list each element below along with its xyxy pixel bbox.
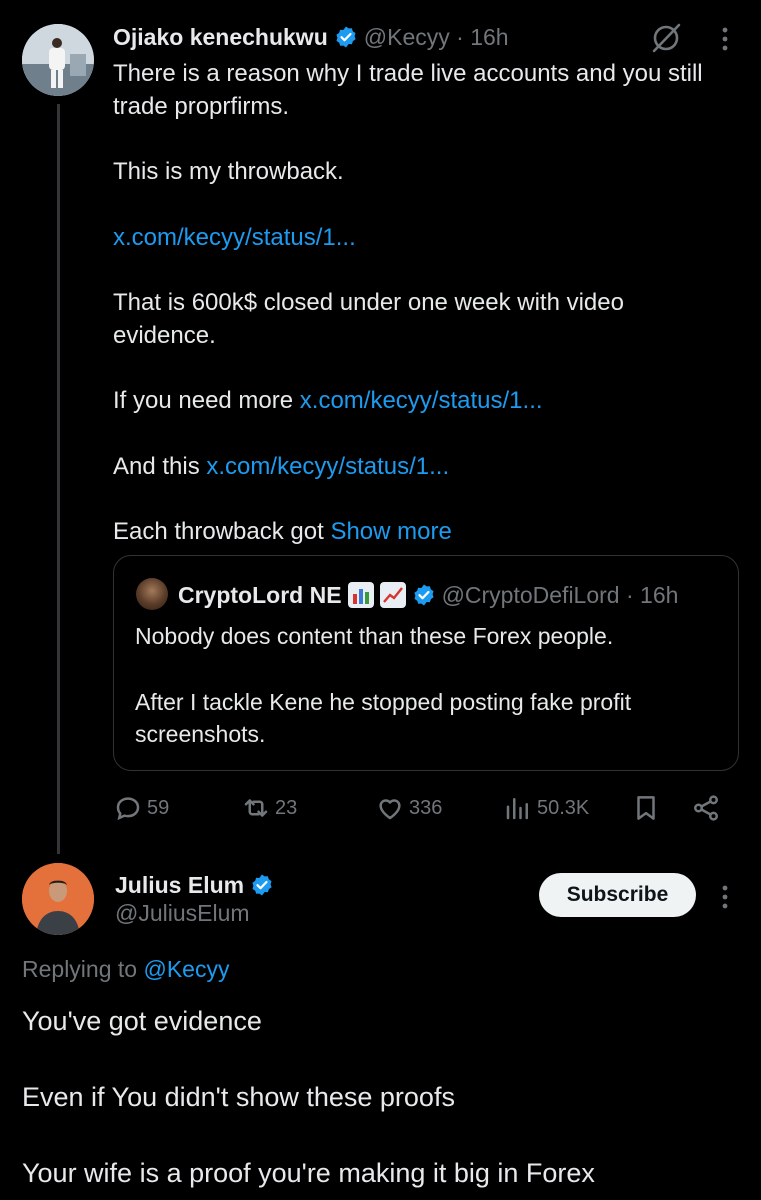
bookmark-button[interactable]	[631, 788, 665, 828]
like-button[interactable]: 336	[375, 788, 442, 828]
grok-icon[interactable]	[648, 20, 684, 56]
reply-paragraph: You've got evidence	[22, 1006, 262, 1036]
repost-button[interactable]: 23	[241, 788, 297, 828]
reply-author-name[interactable]: Julius Elum	[115, 872, 244, 899]
author-handle[interactable]: @Kecyy	[364, 24, 450, 51]
reply-count: 59	[147, 796, 170, 819]
thread-line	[57, 104, 60, 854]
like-count: 336	[409, 796, 443, 819]
quote-header: CryptoLord NE @CryptoDefiLord · 16h	[178, 578, 678, 612]
quote-paragraph: Nobody does content than these Forex peo…	[135, 623, 614, 649]
reply-paragraph: Even if You didn't show these proofs	[22, 1082, 455, 1112]
more-icon[interactable]	[714, 22, 736, 56]
replying-to-handle[interactable]: @Kecyy	[143, 956, 229, 982]
separator-dot: ·	[449, 23, 471, 50]
views-button[interactable]: 50.3K	[503, 788, 589, 828]
show-more-link[interactable]: Show more	[330, 518, 451, 545]
replying-to-label: Replying to	[22, 956, 138, 982]
quote-author-handle: @CryptoDefiLord	[441, 581, 620, 608]
quote-time: 16h	[640, 581, 679, 608]
quote-tweet[interactable]: CryptoLord NE @CryptoDefiLord · 16h Nobo…	[113, 555, 739, 771]
tweet-link[interactable]: x.com/kecyy/status/1...	[113, 224, 356, 251]
views-icon	[506, 798, 528, 820]
quote-author-name: CryptoLord NE	[178, 581, 342, 608]
tweet-body: There is a reason why I trade live accou…	[113, 58, 733, 549]
subscribe-button[interactable]: Subscribe	[539, 873, 696, 917]
reply-button[interactable]: 59	[113, 788, 169, 828]
more-icon[interactable]	[714, 880, 736, 914]
reply-icon	[116, 797, 140, 821]
reply-paragraph: Your wife is a proof you're making it bi…	[22, 1158, 595, 1188]
repost-icon	[244, 799, 268, 817]
reply-author-header: Julius Elum	[115, 870, 280, 900]
tweet-line: There is a reason why I trade live accou…	[113, 60, 703, 120]
tweet-time[interactable]: 16h	[470, 24, 508, 51]
share-button[interactable]	[691, 788, 725, 828]
tweet-link[interactable]: x.com/kecyy/status/1...	[300, 387, 543, 414]
tweet-line: And this x.com/kecyy/status/1...	[113, 452, 450, 480]
tweet-link[interactable]: x.com/kecyy/status/1...	[206, 453, 449, 480]
separator-dot: ·	[619, 581, 641, 608]
bookmark-icon	[637, 796, 655, 820]
reply-author-avatar[interactable]	[22, 863, 94, 935]
replying-to: Replying to @Kecyy	[22, 956, 229, 983]
like-icon	[379, 799, 401, 820]
verified-icon	[336, 26, 356, 48]
quote-avatar[interactable]	[136, 578, 168, 610]
chart-increasing-emoji-icon	[379, 582, 406, 608]
share-icon	[694, 795, 718, 821]
tweet-line: That is 600k$ closed under one week with…	[113, 289, 624, 349]
repost-count: 23	[275, 796, 298, 819]
tweet-line: Each throwback got Show more	[113, 518, 452, 545]
author-name[interactable]: Ojiako kenechukwu	[113, 24, 328, 51]
tweet-header: Ojiako kenechukwu @Kecyy · 16h	[113, 22, 509, 52]
quote-paragraph: After I tackle Kene he stopped posting f…	[135, 688, 632, 748]
author-avatar[interactable]	[22, 24, 94, 96]
tweet-line: x.com/kecyy/status/1...	[113, 222, 733, 255]
view-count: 50.3K	[537, 796, 590, 819]
bar-chart-emoji-icon	[347, 582, 374, 608]
tweet-actions: 59 23 336 50.3K	[113, 788, 733, 828]
tweet-line: If you need more x.com/kecyy/status/1...	[113, 387, 543, 414]
verified-icon	[252, 874, 272, 896]
reply-body: You've got evidence Even if You didn't s…	[22, 1002, 742, 1192]
verified-icon	[413, 584, 434, 606]
quote-body: Nobody does content than these Forex peo…	[135, 620, 725, 751]
tweet-line: This is my throwback.	[113, 158, 344, 185]
reply-author-handle[interactable]: @JuliusElum	[115, 900, 250, 927]
